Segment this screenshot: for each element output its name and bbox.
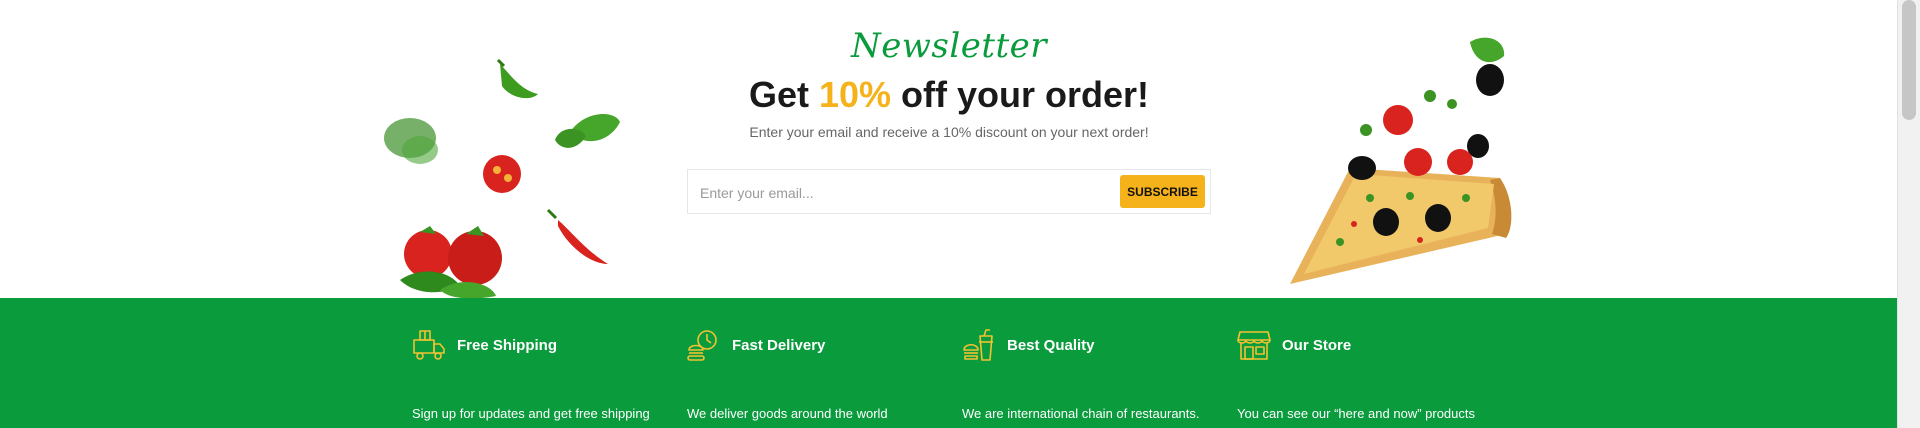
feature-title: Free Shipping	[457, 337, 558, 354]
feature-description: Sign up for updates and get free shippin…	[412, 406, 650, 421]
subscribe-button[interactable]: SUBSCRIBE	[1120, 175, 1205, 208]
newsletter-section: Newsletter Get 10% off your order! Enter…	[0, 0, 1898, 298]
storefront-icon	[1237, 331, 1271, 360]
feature-description: We deliver goods around the world	[687, 406, 888, 421]
newsletter-subtitle: Enter your email and receive a 10% disco…	[749, 124, 1149, 140]
feature-title: Best Quality	[1007, 337, 1095, 354]
page-scrollbar[interactable]	[1897, 0, 1920, 428]
heading-discount-accent: 10%	[818, 74, 892, 115]
newsletter-script-title: Newsletter	[850, 26, 1048, 66]
newsletter-form: SUBSCRIBE	[687, 169, 1211, 214]
fast-food-icon	[687, 330, 717, 361]
burger-drink-icon	[963, 329, 993, 361]
delivery-truck-icon	[413, 330, 445, 360]
feature-description: We are international chain of restaurant…	[962, 406, 1200, 421]
feature-title: Fast Delivery	[732, 337, 826, 354]
features-bar: Free Shipping Sign up for updates and ge…	[0, 298, 1898, 428]
feature-description: You can see our “here and now” products	[1237, 406, 1476, 421]
feature-title: Our Store	[1282, 337, 1352, 354]
scrollbar-thumb[interactable]	[1902, 0, 1916, 120]
email-input[interactable]	[698, 174, 1102, 211]
heading-text-start: Get	[748, 74, 819, 115]
newsletter-heading: Get 10% off your order!	[0, 74, 1898, 116]
heading-text-end: off your order!	[891, 74, 1150, 115]
pizza-slice-illustration	[1290, 37, 1512, 284]
